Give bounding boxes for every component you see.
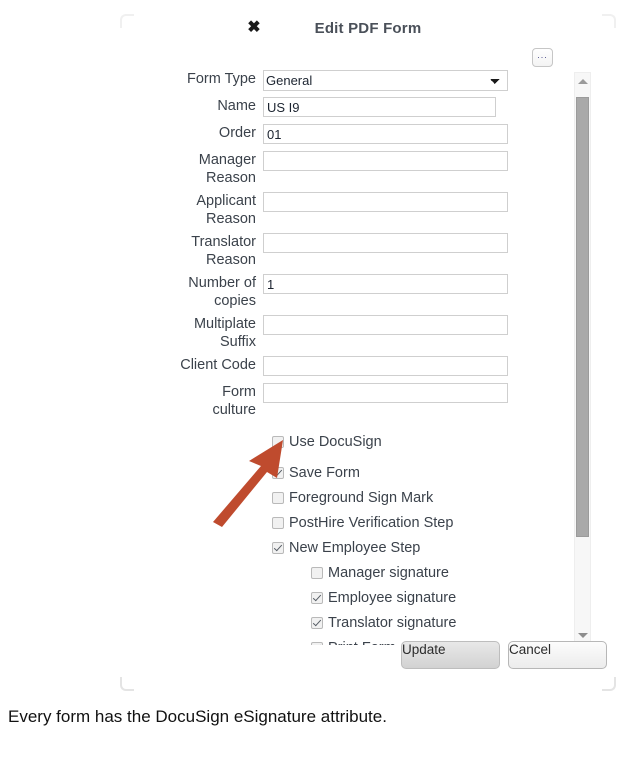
checkbox-label-save-form: Save Form xyxy=(289,465,360,481)
field-input-manager-reason[interactable] xyxy=(263,151,508,171)
field-label-order: Order xyxy=(218,125,256,141)
checkbox-new-employee-step[interactable] xyxy=(272,542,284,554)
checkbox-row-new-employee-step[interactable]: New Employee Step xyxy=(272,538,616,558)
checkbox-label-employee-signature: Employee signature xyxy=(328,590,457,606)
checkbox-save-form[interactable] xyxy=(272,467,284,479)
caption-text: Every form has the DocuSign eSignature a… xyxy=(8,707,387,726)
close-icon[interactable]: ✖ xyxy=(244,18,264,38)
form-checkbox-list: Use DocuSign Save Form Foreground Sign Mar… xyxy=(120,432,616,645)
field-row-manager-reason: Manager Reason xyxy=(120,151,616,187)
checkbox-row-use-docusign[interactable]: Use DocuSign xyxy=(272,432,616,452)
field-row-translator-reason: Translator Reason xyxy=(120,233,616,269)
update-button[interactable]: Update xyxy=(401,641,500,669)
field-label-name: Name xyxy=(217,98,256,114)
browse-button[interactable]: ... xyxy=(532,48,553,67)
field-input-multiplate-suffix[interactable] xyxy=(263,315,508,335)
dialog-header: Edit PDF Form ✖ xyxy=(120,8,616,52)
field-label-form-type: Form Type xyxy=(186,71,256,87)
checkbox-row-foreground-sign-mark[interactable]: Foreground Sign Mark xyxy=(272,488,616,508)
checkbox-foreground-sign-mark[interactable] xyxy=(272,492,284,504)
checkbox-translator-signature[interactable] xyxy=(311,617,323,629)
field-input-order[interactable] xyxy=(263,124,508,144)
field-row-name: Name xyxy=(120,97,616,119)
field-input-client-code[interactable] xyxy=(263,356,508,376)
dialog-title: Edit PDF Form xyxy=(314,20,422,37)
field-row-applicant-reason: Applicant Reason xyxy=(120,192,616,228)
field-label-manager-reason: Manager Reason xyxy=(198,152,256,186)
checkbox-posthire-verification-step[interactable] xyxy=(272,517,284,529)
field-label-number-of-copies: Number of copies xyxy=(188,275,256,309)
checkbox-row-manager-signature[interactable]: Manager signature xyxy=(272,563,616,583)
field-row-form-type: Form Type General xyxy=(120,70,616,92)
field-label-multiplate-suffix: Multiplate Suffix xyxy=(193,316,256,350)
field-row-order: Order xyxy=(120,124,616,146)
checkbox-label-translator-signature: Translator signature xyxy=(328,615,457,631)
checkbox-label-foreground-sign-mark: Foreground Sign Mark xyxy=(289,490,434,506)
dialog-corner-bottom-right xyxy=(602,677,616,691)
edit-pdf-form-dialog: Edit PDF Form ✖ Form Type General Name Orde… xyxy=(120,8,616,691)
chevron-up-icon[interactable] xyxy=(575,74,590,88)
field-label-translator-reason: Translator Reason xyxy=(191,234,256,268)
cancel-button[interactable]: Cancel xyxy=(508,641,607,669)
form-field-list: Form Type General Name Order Manager Reason A… xyxy=(120,70,616,419)
field-row-form-culture: Form culture xyxy=(120,383,616,419)
checkbox-row-save-form[interactable]: Save Form xyxy=(272,463,616,483)
field-input-number-of-copies[interactable] xyxy=(263,274,508,294)
dialog-corner-bottom-left xyxy=(120,677,134,691)
checkbox-row-translator-signature[interactable]: Translator signature xyxy=(272,613,616,633)
checkbox-manager-signature[interactable] xyxy=(311,567,323,579)
vertical-scrollbar[interactable] xyxy=(574,72,591,644)
checkbox-label-new-employee-step: New Employee Step xyxy=(289,540,421,556)
checkbox-label-posthire-verification-step: PostHire Verification Step xyxy=(289,515,454,531)
field-row-client-code: Client Code xyxy=(120,356,616,378)
chevron-down-icon[interactable] xyxy=(575,628,590,642)
field-label-applicant-reason: Applicant Reason xyxy=(196,193,256,227)
checkbox-label-use-docusign: Use DocuSign xyxy=(289,434,382,450)
field-input-form-type[interactable]: General xyxy=(263,70,508,91)
checkbox-row-posthire-verification-step[interactable]: PostHire Verification Step xyxy=(272,513,616,533)
checkbox-use-docusign[interactable] xyxy=(272,436,284,448)
checkbox-row-employee-signature[interactable]: Employee signature xyxy=(272,588,616,608)
scrollbar-thumb[interactable] xyxy=(576,97,589,537)
field-row-multiplate-suffix: Multiplate Suffix xyxy=(120,315,616,351)
checkbox-label-manager-signature: Manager signature xyxy=(328,565,449,581)
field-input-name[interactable] xyxy=(263,97,496,117)
field-input-form-culture[interactable] xyxy=(263,383,508,403)
field-input-translator-reason[interactable] xyxy=(263,233,508,253)
field-row-number-of-copies: Number of copies xyxy=(120,274,616,310)
dialog-footer: Update Cancel xyxy=(120,641,616,673)
checkbox-employee-signature[interactable] xyxy=(311,592,323,604)
field-label-form-culture: Form culture xyxy=(212,384,256,418)
field-label-client-code: Client Code xyxy=(180,357,256,373)
dialog-scroll-body: Form Type General Name Order Manager Reason A… xyxy=(120,70,616,645)
field-input-applicant-reason[interactable] xyxy=(263,192,508,212)
